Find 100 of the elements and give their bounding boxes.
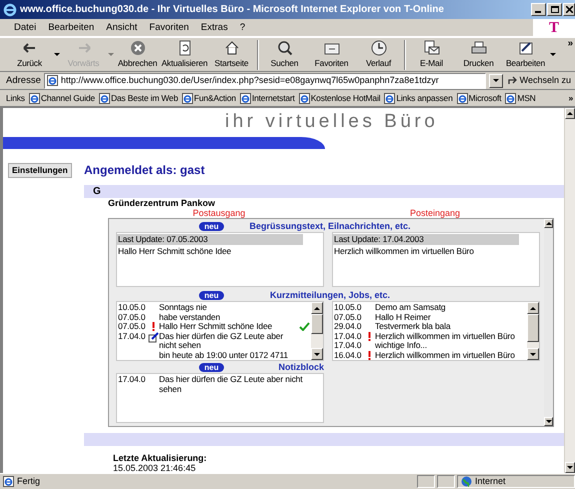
refresh-icon [176,40,192,56]
search-icon [276,40,292,56]
link-button[interactable]: Links anpassen [384,92,453,104]
menu-item[interactable]: Favoriten [143,22,195,34]
section-heading: Begrüssungstext, Eilnachrichten, etc. [249,221,411,232]
dropdown-button[interactable] [488,74,503,88]
link-button[interactable]: Das Beste im Web [98,92,178,104]
browser-page-icon [298,92,310,104]
link-button[interactable]: Fun&Action [182,92,236,104]
toolbar-button[interactable]: Bearbeiten [502,38,549,71]
exclamation-icon [368,350,371,360]
browser-page-icon [505,92,516,104]
message-text: Herzlich willkommen im virtuellen Büro [375,350,515,360]
toolbar-button[interactable]: Zurück [6,38,53,71]
minimize-button[interactable] [531,3,546,16]
message-date: 07.05.0 [117,312,146,322]
more-chevron[interactable]: » [568,92,575,104]
column-heading: Postausgang [192,208,246,218]
status-panel [417,475,435,488]
link-button[interactable]: Kostenlose HotMail [298,92,380,104]
center-name: Gründerzentrum Pankow [108,198,216,208]
message-date: 17.04.0 [117,375,146,386]
toolbar-button[interactable]: Suchen [261,38,308,71]
home-icon [224,40,240,56]
browser-page-icon [240,92,251,104]
exclamation-icon [152,322,155,331]
message-date: 16.04.0 [333,350,362,360]
printer-icon [470,40,486,56]
dropdown-arrow-icon[interactable] [54,53,60,56]
message-date: 17.04.0 [333,332,362,341]
close-icon [566,6,572,13]
globe-icon [461,476,472,487]
message-text: habe verstanden [159,312,220,322]
scroll-down-button[interactable] [311,348,323,360]
new-button[interactable]: neu [199,222,224,231]
message-text: Testvermerk bla bala [375,321,450,331]
maximize-button[interactable] [547,3,562,16]
scrollbar[interactable] [544,219,553,426]
message-text: Das hier dürfen die GZ Leute aber nicht sehen [159,374,302,394]
browser-page-icon [456,92,468,104]
message-date: 10.05.0 [333,303,362,312]
close-button[interactable] [563,3,575,16]
scroll-thumb[interactable] [527,314,539,342]
menu-item[interactable]: Bearbeiten [42,22,100,34]
address-field[interactable]: http://www.office.buchung030.de/User/index.php?sesid=e08gaynwq7l65w0panphn7za8e1tdzyr [44,72,486,88]
scroll-up-button[interactable] [311,302,323,314]
scrollbar[interactable] [527,302,539,360]
message-date: 29.04.0 [333,322,362,332]
window-title: www.office.buchung030.de - Ihr Virtuelles Büro - Microsoft Internet Explorer von T-Online [20,4,444,16]
up-arrow-icon [530,306,536,310]
down-arrow-icon [492,79,499,82]
menu-item[interactable]: Ansicht [100,22,144,34]
toolbar-button[interactable]: Abbrechen [114,38,161,71]
scroll-thumb[interactable] [311,314,323,334]
scrollbar[interactable] [311,302,323,360]
menu-item[interactable]: ? [234,22,252,34]
exclamation-icon [368,332,371,340]
down-arrow-icon [530,352,536,356]
toolbar-button[interactable]: Startseite [208,38,255,71]
up-arrow-icon [314,306,320,310]
more-chevron[interactable]: » [568,38,575,50]
scroll-down-button[interactable] [527,348,539,360]
link-button[interactable]: Channel Guide [28,92,95,104]
link-button[interactable]: MSN [505,92,536,104]
column-heading: Posteingang [410,208,460,218]
scroll-up-button[interactable] [527,302,539,314]
scroll-up-button[interactable] [565,108,575,119]
browser-icon [3,2,17,16]
toolbar-button[interactable]: E-Mail [408,38,455,71]
toolbar-button[interactable]: Favoriten [308,38,355,71]
menu-item[interactable]: Extras [194,22,234,34]
last-update-time: 15.05.2003 21:46:45 [113,463,196,473]
message-text: wichtige Info... [375,340,427,350]
toolbar-button[interactable]: Verlauf [355,38,402,71]
link-button[interactable]: Internetstart [240,92,295,104]
scroll-down-button[interactable] [565,462,575,473]
new-button[interactable]: neu [199,291,224,300]
toolbar-button[interactable]: Drucken [455,38,502,71]
menu-item[interactable]: Datei [8,22,42,34]
site-banner-title: ihr virtuelles Büro [225,111,438,132]
message-text: Herzlich willkommen im virtuellen Büro [334,246,474,256]
message-text: Demo am Samsatg [375,302,446,312]
message-text: Hallo H Reimer [375,312,431,322]
scroll-down-button[interactable] [544,417,553,426]
mail-icon [424,40,440,56]
browser-page-icon [3,476,14,487]
dropdown-arrow-icon[interactable] [550,53,556,56]
update-header: Last Update: 07.05.2003 [117,234,303,245]
last-update-label: Letzte Aktualisierung: [113,453,207,463]
note-pencil-icon [148,332,159,342]
scrollbar[interactable] [564,108,575,473]
link-button[interactable]: Microsoft [456,92,502,104]
toolbar-button[interactable]: Aktualisieren [161,38,208,71]
scroll-up-button[interactable] [544,219,553,228]
settings-button[interactable]: Einstellungen [8,163,72,178]
go-button[interactable]: Wechseln zu [506,75,573,86]
browser-page-icon [384,92,396,104]
new-button[interactable]: neu [199,363,224,372]
notepad-icon [518,40,534,56]
message-date: 17.04.0 [333,341,362,350]
